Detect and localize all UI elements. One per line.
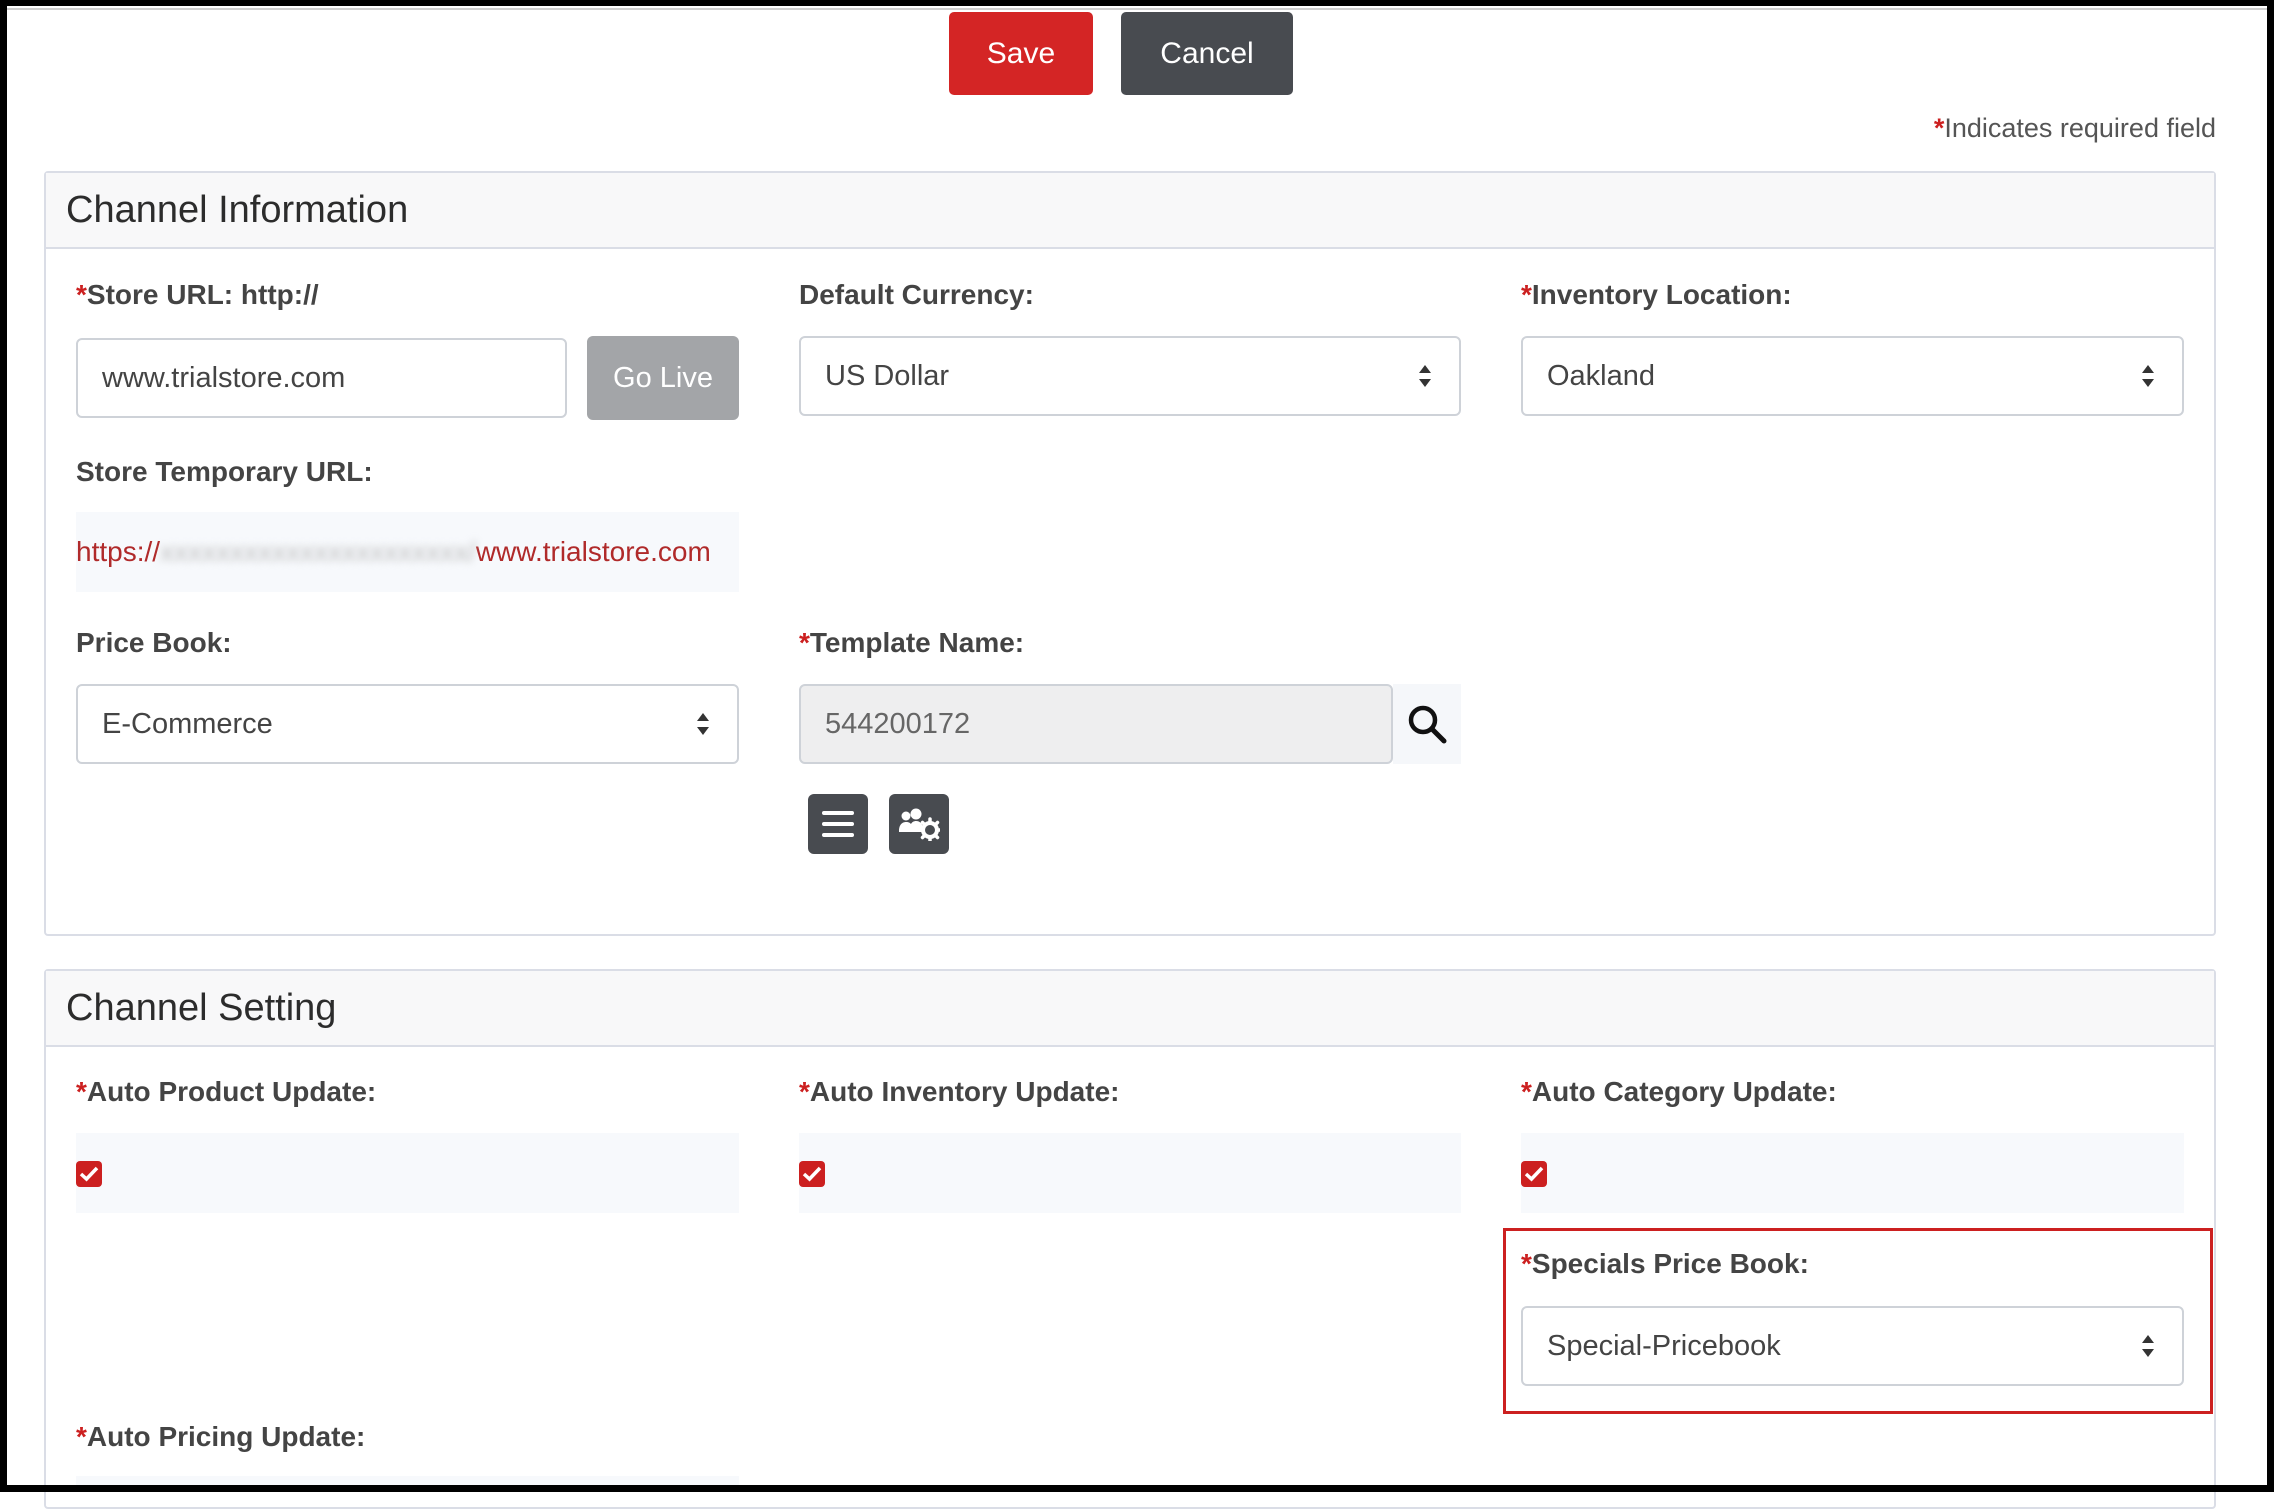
required-asterisk: *: [1521, 279, 1532, 310]
required-field-note: *Indicates required field: [1934, 113, 2216, 144]
store-url-value: www.trialstore.com: [102, 361, 346, 394]
template-users-settings-button[interactable]: [889, 794, 949, 854]
price-book-value: E-Commerce: [102, 707, 273, 740]
inventory-location-select[interactable]: Oakland: [1521, 336, 2184, 416]
temporary-url-prefix: https://: [76, 536, 161, 567]
required-asterisk: *: [76, 1421, 87, 1452]
store-temporary-url-label: Store Temporary URL:: [76, 456, 373, 487]
price-book-label: Price Book:: [76, 627, 232, 658]
auto-category-update-label: *Auto Category Update:: [1521, 1076, 1837, 1107]
default-currency-value: US Dollar: [825, 359, 950, 392]
inventory-location-label: *Inventory Location:: [1521, 279, 1792, 310]
checkmark-icon: [1524, 1166, 1544, 1182]
select-caret-icon: [1419, 365, 1431, 387]
auto-pricing-update-label: *Auto Pricing Update:: [76, 1421, 366, 1452]
checkmark-icon: [79, 1166, 99, 1182]
required-asterisk: *: [76, 279, 87, 310]
required-asterisk: *: [799, 1076, 810, 1107]
users-gear-icon: [899, 808, 940, 841]
cancel-button[interactable]: Cancel: [1121, 12, 1293, 95]
select-caret-icon: [697, 713, 709, 735]
go-live-button[interactable]: Go Live: [587, 336, 739, 420]
required-asterisk: *: [799, 627, 810, 658]
required-note-text: Indicates required field: [1944, 113, 2216, 143]
template-name-input: 544200172: [799, 684, 1393, 764]
auto-product-update-checkbox[interactable]: [76, 1161, 102, 1187]
default-currency-select[interactable]: US Dollar: [799, 336, 1461, 416]
select-caret-icon: [2142, 1335, 2154, 1357]
auto-pricing-update-row: [76, 1476, 739, 1485]
required-asterisk: *: [1933, 113, 1945, 143]
channel-setting-title: Channel Setting: [46, 971, 2214, 1047]
checkmark-icon: [802, 1166, 822, 1182]
redacted-url-segment: xxxxxxxxxxxxxxxxxxxxxx/: [160, 536, 476, 567]
auto-product-update-label: *Auto Product Update:: [76, 1076, 377, 1107]
required-asterisk: *: [76, 1076, 87, 1107]
select-caret-icon: [2142, 365, 2154, 387]
auto-product-update-row: [76, 1133, 739, 1213]
template-search-button[interactable]: [1393, 684, 1461, 764]
auto-inventory-update-label: *Auto Inventory Update:: [799, 1076, 1120, 1107]
required-asterisk: *: [1521, 1248, 1532, 1279]
template-name-value: 544200172: [825, 707, 971, 740]
auto-category-update-row: [1521, 1133, 2184, 1213]
template-list-button[interactable]: [808, 794, 868, 854]
specials-price-book-value: Special-Pricebook: [1547, 1329, 1781, 1362]
store-url-input[interactable]: www.trialstore.com: [76, 338, 567, 418]
price-book-select[interactable]: E-Commerce: [76, 684, 739, 764]
specials-price-book-label: *Specials Price Book:: [1521, 1248, 1809, 1279]
default-currency-label: Default Currency:: [799, 279, 1034, 310]
template-name-label: *Template Name:: [799, 627, 1025, 658]
channel-information-title: Channel Information: [46, 173, 2214, 249]
store-temporary-url-link[interactable]: https://xxxxxxxxxxxxxxxxxxxxxx/www.trial…: [76, 512, 739, 592]
search-icon: [1408, 705, 1447, 744]
required-asterisk: *: [1521, 1076, 1532, 1107]
list-icon: [822, 811, 854, 837]
temporary-url-suffix: www.trialstore.com: [475, 536, 711, 567]
save-button[interactable]: Save: [949, 12, 1093, 95]
auto-inventory-update-checkbox[interactable]: [799, 1161, 825, 1187]
inventory-location-value: Oakland: [1547, 359, 1656, 392]
auto-category-update-checkbox[interactable]: [1521, 1161, 1547, 1187]
specials-price-book-select[interactable]: Special-Pricebook: [1521, 1306, 2184, 1386]
auto-inventory-update-row: [799, 1133, 1461, 1213]
store-url-label: *Store URL: http://: [76, 279, 319, 310]
